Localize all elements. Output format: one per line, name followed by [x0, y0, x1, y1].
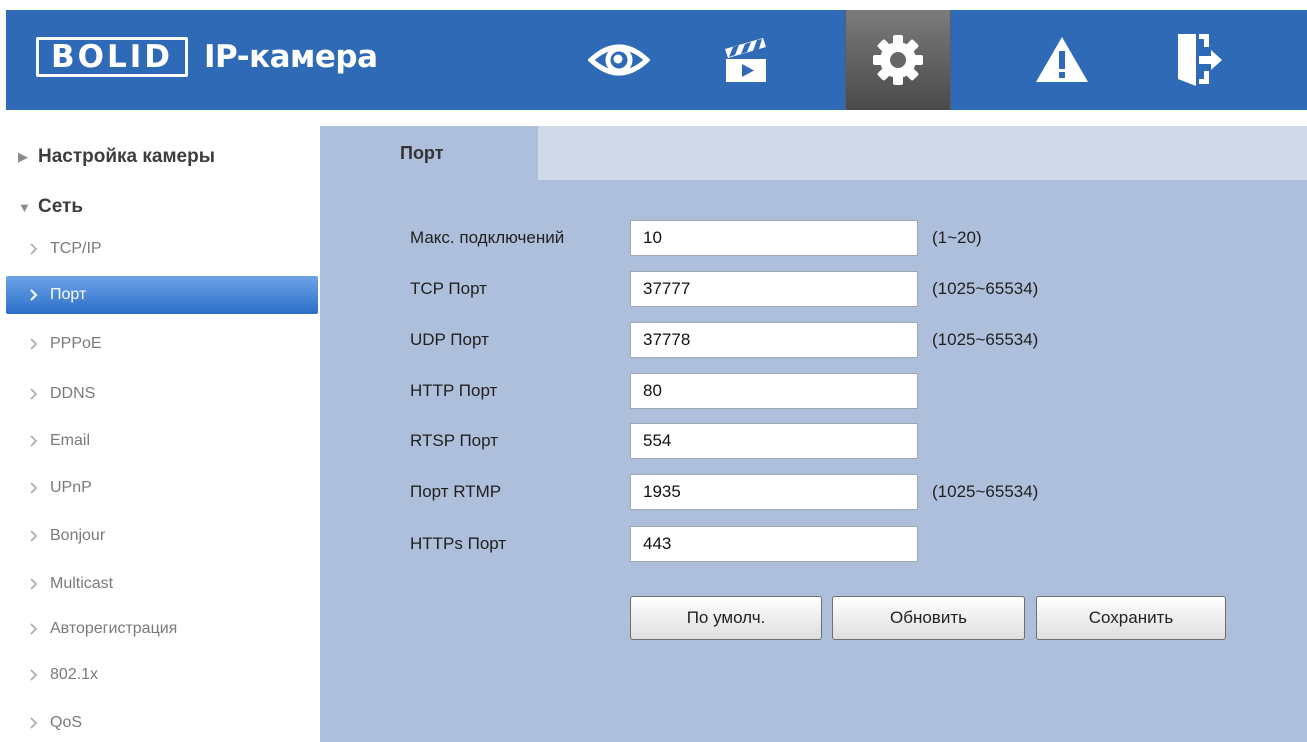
- tcp-port-input[interactable]: [630, 271, 918, 307]
- brand-logo: BOLID IP-камера: [36, 35, 378, 79]
- chevron-right-icon: [30, 388, 38, 400]
- sidebar-item-label: Email: [50, 432, 91, 449]
- eye-icon: [588, 44, 650, 76]
- logout-icon: [1178, 34, 1222, 86]
- sidebar-item-label: QoS: [50, 714, 83, 731]
- default-button[interactable]: По умолч.: [630, 596, 822, 640]
- chevron-right-icon: [30, 717, 38, 729]
- rtsp-port-input[interactable]: [630, 423, 918, 459]
- sidebar-section-network[interactable]: ▼ Сеть: [18, 196, 83, 218]
- nav-logout-button[interactable]: [1146, 10, 1252, 110]
- max-connections-range: (1~20): [932, 228, 982, 247]
- chevron-right-icon: [30, 338, 38, 350]
- http-port-label: HTTP Порт: [410, 381, 498, 400]
- collapsed-triangle-icon: ▶: [18, 149, 28, 164]
- sidebar-item-bonjour[interactable]: Bonjour: [6, 517, 318, 555]
- nav-live-view-button[interactable]: [566, 10, 672, 110]
- top-navigation-bar: BOLID IP-камера: [6, 10, 1307, 110]
- sidebar-section-camera-settings[interactable]: ▶ Настройка камеры: [18, 146, 215, 168]
- chevron-right-icon: [30, 289, 38, 301]
- nav-settings-button[interactable]: [845, 10, 951, 110]
- sidebar-item-label: Bonjour: [50, 527, 106, 544]
- https-port-label: HTTPs Порт: [410, 534, 507, 553]
- section-label: Настройка камеры: [38, 146, 215, 167]
- https-port-input[interactable]: [630, 526, 918, 562]
- sidebar-item-label: UPnP: [50, 479, 92, 496]
- sidebar-item-label: Авторегистрация: [50, 620, 178, 637]
- sidebar-menu: ▶ Настройка камеры ▼ Сеть TCP/IP Порт PP…: [6, 110, 320, 742]
- bolid-logo-box: BOLID: [36, 37, 189, 77]
- form-row-http-port: HTTP Порт: [410, 373, 918, 409]
- rtmp-port-label: Порт RTMP: [410, 482, 502, 501]
- sidebar-item-label: TCP/IP: [50, 240, 102, 257]
- sidebar-item-label: 802.1x: [50, 666, 99, 683]
- tcp-port-range: (1025~65534): [932, 279, 1039, 298]
- rtmp-port-range: (1025~65534): [932, 482, 1039, 501]
- form-row-https-port: HTTPs Порт: [410, 526, 918, 562]
- nav-alarm-button[interactable]: [1009, 10, 1115, 110]
- app-title: IP-камера: [204, 39, 378, 75]
- chevron-right-icon: [30, 482, 38, 494]
- udp-port-range: (1025~65534): [932, 330, 1039, 349]
- form-row-max-connections: Макс. подключений (1~20): [410, 220, 982, 256]
- sidebar-item-tcpip[interactable]: TCP/IP: [6, 230, 318, 268]
- sidebar-item-email[interactable]: Email: [6, 422, 318, 460]
- sidebar-item-label: PPPoE: [50, 335, 102, 352]
- sidebar-item-label: Multicast: [50, 575, 114, 592]
- sidebar-item-pppoe[interactable]: PPPoE: [6, 325, 318, 363]
- sidebar-item-label: DDNS: [50, 385, 96, 402]
- sidebar-item-8021x[interactable]: 802.1x: [6, 656, 318, 694]
- gear-icon: [873, 35, 923, 85]
- rtsp-port-label: RTSP Порт: [410, 431, 498, 450]
- save-button[interactable]: Сохранить: [1036, 596, 1226, 640]
- tab-port[interactable]: Порт: [320, 126, 538, 181]
- chevron-right-icon: [30, 243, 38, 255]
- chevron-right-icon: [30, 623, 38, 635]
- port-settings-panel: Порт Макс. подключений (1~20) TCP Порт (…: [320, 126, 1307, 742]
- tcp-port-label: TCP Порт: [410, 279, 487, 298]
- nav-playback-button[interactable]: [693, 10, 799, 110]
- tab-strip: Порт: [320, 126, 1307, 181]
- form-row-rtmp-port: Порт RTMP (1025~65534): [410, 474, 1038, 510]
- section-label: Сеть: [38, 196, 84, 217]
- sidebar-item-upnp[interactable]: UPnP: [6, 469, 318, 507]
- http-port-input[interactable]: [630, 373, 918, 409]
- sidebar-item-ddns[interactable]: DDNS: [6, 375, 318, 413]
- udp-port-input[interactable]: [630, 322, 918, 358]
- video-playback-icon: [725, 38, 766, 82]
- form-row-udp-port: UDP Порт (1025~65534): [410, 322, 1038, 358]
- chevron-right-icon: [30, 669, 38, 681]
- bolid-logo-text: BOLID: [51, 38, 174, 75]
- sidebar-item-qos[interactable]: QoS: [6, 704, 318, 742]
- rtmp-port-input[interactable]: [630, 474, 918, 510]
- sidebar-item-multicast[interactable]: Multicast: [6, 565, 318, 603]
- sidebar-item-port[interactable]: Порт: [6, 276, 318, 314]
- chevron-right-icon: [30, 578, 38, 590]
- max-connections-label: Макс. подключений: [410, 228, 565, 247]
- expanded-triangle-icon: ▼: [18, 199, 31, 215]
- max-connections-input[interactable]: [630, 220, 918, 256]
- udp-port-label: UDP Порт: [410, 330, 489, 349]
- form-row-rtsp-port: RTSP Порт: [410, 423, 918, 459]
- sidebar-item-autoregistration[interactable]: Авторегистрация: [6, 610, 318, 648]
- form-row-tcp-port: TCP Порт (1025~65534): [410, 271, 1038, 307]
- refresh-button[interactable]: Обновить: [832, 596, 1025, 640]
- chevron-right-icon: [30, 530, 38, 542]
- warning-icon: [1036, 37, 1088, 82]
- chevron-right-icon: [30, 435, 38, 447]
- sidebar-item-label: Порт: [50, 286, 87, 303]
